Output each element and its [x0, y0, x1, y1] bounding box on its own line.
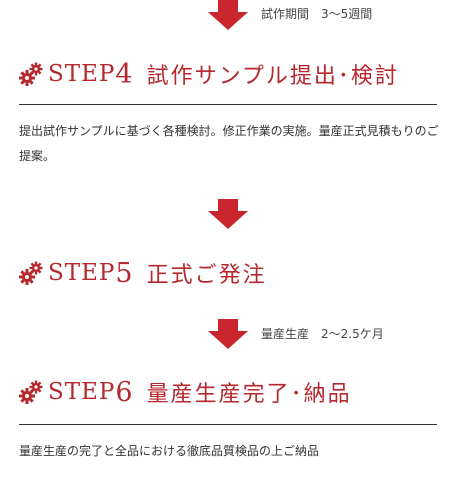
step-number: 6 — [115, 376, 133, 408]
step-label: STEP — [48, 379, 116, 405]
duration-label: 量産生産 2〜2.5ケ月 — [261, 327, 384, 341]
down-arrow-icon — [208, 0, 248, 30]
gears-icon — [19, 261, 43, 285]
step-title: 正式ご発注 — [146, 263, 267, 288]
step-number: 4 — [115, 58, 133, 90]
down-arrow-icon — [208, 199, 248, 229]
step-6-heading: STEP 6 量産生産完了･納品 — [18, 374, 352, 410]
step-number: 5 — [115, 257, 133, 289]
step-5-heading: STEP 5 正式ご発注 — [18, 255, 267, 291]
step-label: STEP — [48, 260, 116, 286]
divider — [19, 104, 437, 105]
step-4-heading: STEP 4 試作サンプル提出･検討 — [18, 56, 399, 92]
step-title: 試作サンプル提出･検討 — [146, 64, 399, 89]
step-description: 量産生産の完了と全品における徹底品質検品の上ご納品 — [19, 444, 320, 458]
step-description: 提出試作サンプルに基づく各種検討。修正作業の実施。量産正式見積もりのご提案。 — [19, 124, 439, 163]
step-label: STEP — [48, 61, 116, 87]
duration-label: 試作期間 3〜5週間 — [261, 7, 373, 21]
gears-icon — [19, 380, 43, 404]
gears-icon — [19, 62, 43, 86]
divider — [19, 424, 437, 425]
step-title: 量産生産完了･納品 — [146, 382, 352, 407]
down-arrow-icon — [208, 319, 248, 349]
